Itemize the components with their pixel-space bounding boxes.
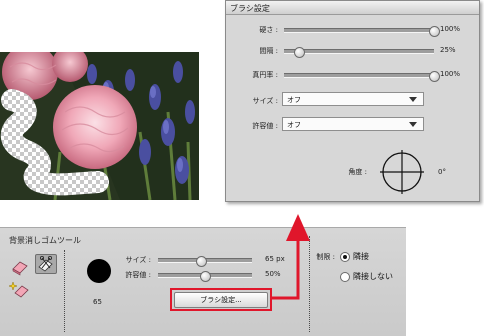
callout-arrow [272, 214, 310, 300]
